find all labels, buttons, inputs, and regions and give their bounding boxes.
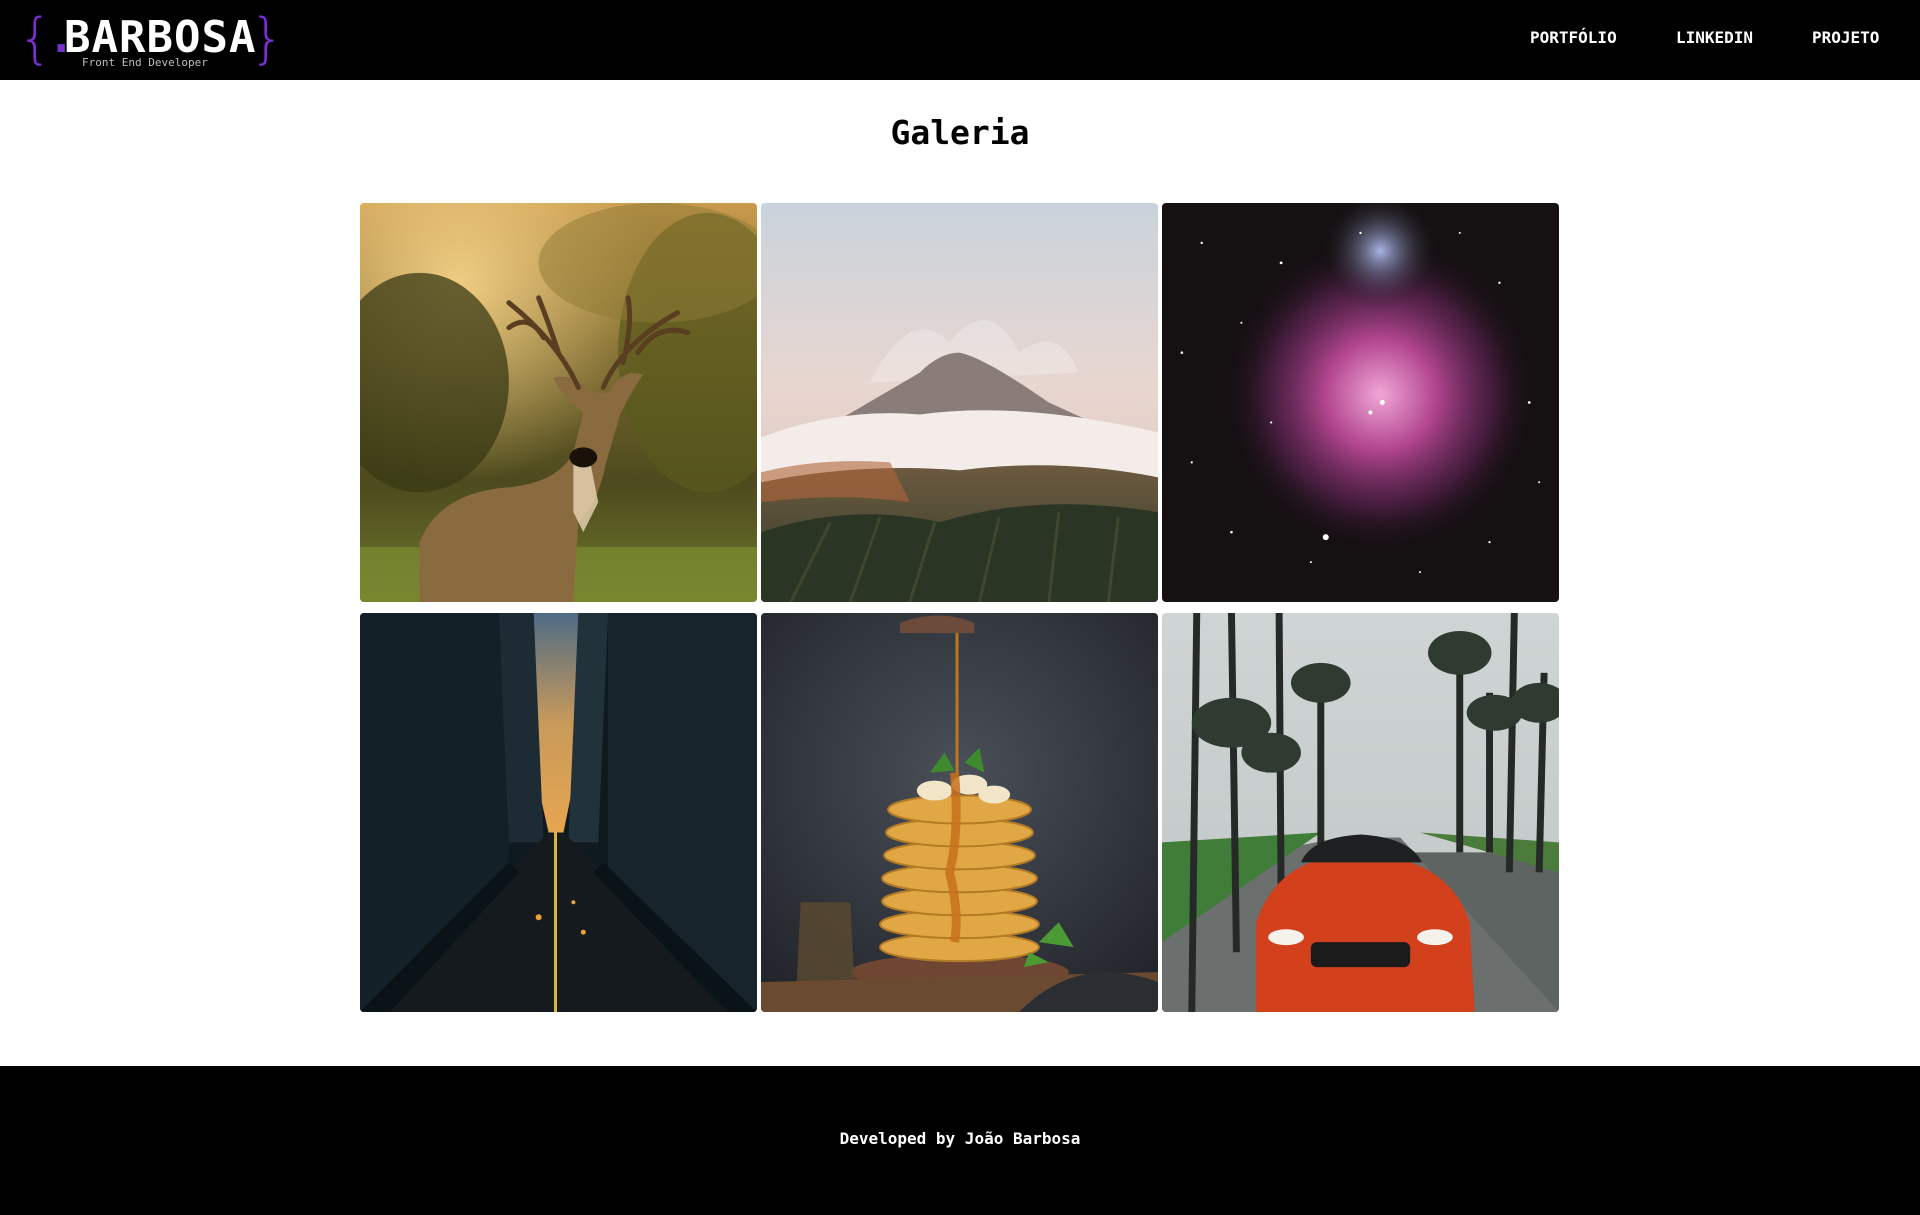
nav-link-projeto[interactable]: PROJETO — [1812, 28, 1879, 48]
gallery-photo-volcano[interactable] — [761, 203, 1158, 602]
logo-brace-close: } — [250, 7, 285, 70]
gallery-photo-city[interactable] — [360, 613, 757, 1012]
photo-gallery — [360, 203, 1560, 1013]
gallery-photo-deer[interactable] — [360, 203, 757, 602]
car-image — [1162, 613, 1559, 1012]
page-title: Galeria — [890, 113, 1030, 152]
gallery-photo-car[interactable] — [1162, 613, 1559, 1012]
nav-link-portfolio[interactable]: PORTFÓLIO — [1530, 28, 1617, 48]
pancakes-image — [761, 613, 1158, 1012]
logo-subtitle: Front End Developer — [82, 56, 208, 69]
site-footer: Developed by João Barbosa — [0, 1066, 1920, 1215]
logo[interactable]: { . BARBOSA Front End Developer } — [18, 8, 284, 72]
footer-credit: Developed by João Barbosa — [839, 1129, 1081, 1148]
gallery-photo-pancakes[interactable] — [761, 613, 1158, 1012]
deer-image — [360, 203, 757, 602]
nebula-image — [1162, 203, 1559, 602]
volcano-image — [761, 203, 1158, 602]
gallery-photo-nebula[interactable] — [1162, 203, 1559, 602]
site-header: { . BARBOSA Front End Developer } PORTFÓ… — [0, 0, 1920, 80]
city-image — [360, 613, 757, 1012]
nav-link-linkedin[interactable]: LINKEDIN — [1676, 28, 1753, 48]
